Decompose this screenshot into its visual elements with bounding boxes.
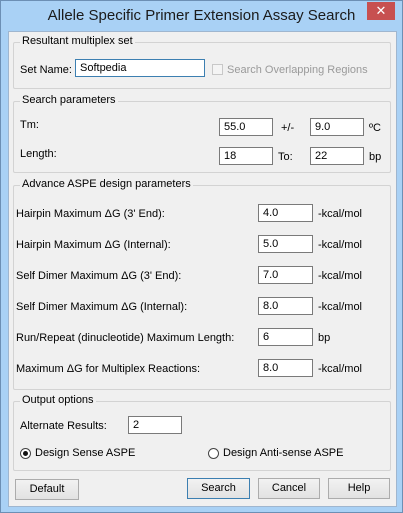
resultant-legend: Resultant multiplex set [20,35,135,47]
search-button[interactable]: Search [187,478,250,499]
plus-minus-label: +/- [281,122,295,134]
window-title: Allele Specific Primer Extension Assay S… [47,7,356,24]
hairpin-internal-label: Hairpin Maximum ΔG (Internal): [16,239,171,251]
set-name-input[interactable]: Softpedia [75,59,205,77]
advance-parameters-legend: Advance ASPE design parameters [20,178,193,190]
multiplex-dg-label: Maximum ΔG for Multiplex Reactions: [16,363,201,375]
close-icon[interactable]: ✕ [367,2,395,20]
dialog-window: Allele Specific Primer Extension Assay S… [0,0,403,513]
hairpin-3end-label: Hairpin Maximum ΔG (3' End): [16,208,165,220]
design-sense-radio[interactable] [20,448,31,459]
design-antisense-radio[interactable] [208,448,219,459]
hairpin-internal-input[interactable]: 5.0 [258,235,313,253]
alternate-results-label: Alternate Results: [20,420,107,432]
help-button[interactable]: Help [328,478,390,499]
length-label: Length: [20,148,57,160]
set-name-label: Set Name: [20,64,72,76]
run-repeat-label: Run/Repeat (dinucleotide) Maximum Length… [16,332,235,344]
length-unit-label: bp [369,151,382,163]
run-repeat-input[interactable]: 6 [258,328,313,346]
tm-label: Tm: [20,119,39,131]
dialog-body: Resultant multiplex set Set Name: Softpe… [8,31,397,507]
search-overlapping-checkbox[interactable] [212,64,223,75]
length-to-input[interactable]: 22 [310,147,364,165]
tm-unit-label: ºC [369,122,381,134]
search-parameters-legend: Search parameters [20,94,118,106]
tm-input[interactable]: 55.0 [219,118,273,136]
hairpin-3end-input[interactable]: 4.0 [258,204,313,222]
title-bar: Allele Specific Primer Extension Assay S… [1,1,402,31]
run-repeat-unit: bp [318,332,331,344]
advance-parameters-group: Advance ASPE design parameters Hairpin M… [13,178,391,390]
design-antisense-label: Design Anti-sense ASPE [223,447,344,459]
tm-tolerance-input[interactable]: 9.0 [310,118,364,136]
to-label: To: [278,151,293,163]
cancel-button[interactable]: Cancel [258,478,320,499]
length-from-input[interactable]: 18 [219,147,273,165]
self-dimer-internal-unit: -kcal/mol [318,301,363,313]
output-options-group: Output options Alternate Results: 2 Desi… [13,394,391,471]
self-dimer-3end-label: Self Dimer Maximum ΔG (3' End): [16,270,182,282]
search-parameters-group: Search parameters Tm: 55.0 +/- 9.0 ºC Le… [13,94,391,173]
design-sense-label: Design Sense ASPE [35,447,136,459]
multiplex-dg-unit: -kcal/mol [318,363,363,375]
multiplex-dg-input[interactable]: 8.0 [258,359,313,377]
search-overlapping-label: Search Overlapping Regions [227,64,368,76]
self-dimer-internal-input[interactable]: 8.0 [258,297,313,315]
output-options-legend: Output options [20,394,96,406]
self-dimer-internal-label: Self Dimer Maximum ΔG (Internal): [16,301,188,313]
resultant-group: Resultant multiplex set Set Name: Softpe… [13,35,391,89]
self-dimer-3end-unit: -kcal/mol [318,270,363,282]
hairpin-3end-unit: -kcal/mol [318,208,363,220]
self-dimer-3end-input[interactable]: 7.0 [258,266,313,284]
default-button[interactable]: Default [15,479,79,500]
alternate-results-input[interactable]: 2 [128,416,182,434]
hairpin-internal-unit: -kcal/mol [318,239,363,251]
